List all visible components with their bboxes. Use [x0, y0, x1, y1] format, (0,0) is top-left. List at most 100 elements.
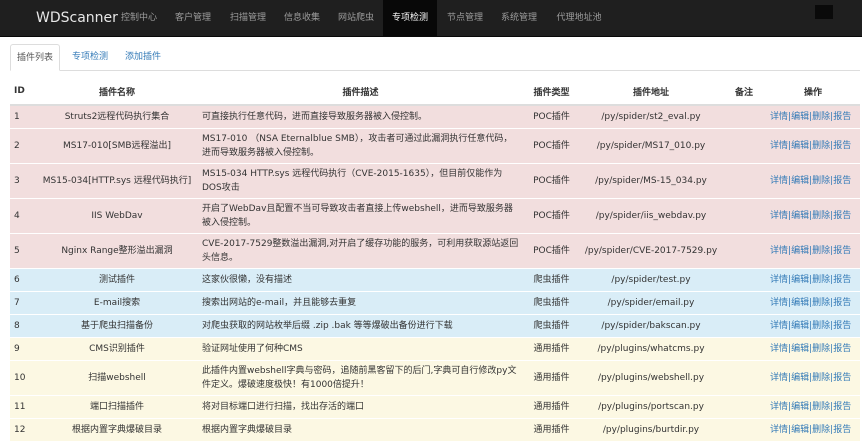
- cell-note: [722, 359, 766, 395]
- delete-link[interactable]: 删除: [812, 298, 830, 308]
- cell-note: [722, 336, 766, 360]
- cell-plugin-path: /py/plugins/burtdir.py: [580, 417, 722, 441]
- cell-plugin-type: 通用插件: [523, 336, 580, 360]
- brand-logo[interactable]: WDScanner: [36, 0, 118, 36]
- delete-link[interactable]: 删除: [812, 425, 830, 435]
- table-row: 12 根据内置字典爆破目录 根据内置字典爆破目录 通用插件/py/plugins/bu…: [10, 417, 860, 441]
- detail-link[interactable]: 详情: [770, 321, 788, 331]
- report-link[interactable]: 报告: [833, 141, 851, 151]
- edit-link[interactable]: 编辑: [791, 373, 809, 383]
- nav-item-scans[interactable]: 扫描管理: [223, 0, 273, 36]
- report-link[interactable]: 报告: [833, 211, 851, 221]
- delete-link[interactable]: 删除: [812, 211, 830, 221]
- cell-plugin-type: POC插件: [523, 127, 580, 163]
- report-link[interactable]: 报告: [833, 425, 851, 435]
- cell-id: 8: [10, 313, 36, 337]
- cell-plugin-type: 通用插件: [523, 394, 580, 418]
- delete-link[interactable]: 删除: [812, 246, 830, 256]
- cell-plugin-path: /py/spider/CVE-2017-7529.py: [580, 232, 722, 268]
- nav-item-control-center[interactable]: 控制中心: [114, 0, 164, 36]
- edit-link[interactable]: 编辑: [791, 112, 809, 122]
- table-row: 2 MS17-010[SMB远程溢出] MS17-010 （NSA Eternalb…: [10, 127, 860, 163]
- cell-plugin-desc: 搜索出网站的e-mail，并且能够去重复: [198, 290, 523, 314]
- detail-link[interactable]: 详情: [770, 298, 788, 308]
- report-link[interactable]: 报告: [833, 275, 851, 285]
- nav-item-info-collection[interactable]: 信息收集: [277, 0, 327, 36]
- cell-note: [722, 417, 766, 441]
- detail-link[interactable]: 详情: [770, 112, 788, 122]
- report-link[interactable]: 报告: [833, 321, 851, 331]
- cell-note: [722, 197, 766, 233]
- delete-link[interactable]: 删除: [812, 141, 830, 151]
- nav-item-proxy-pool[interactable]: 代理地址池: [549, 0, 609, 36]
- cell-operations: 详情|编辑|删除|报告: [766, 290, 860, 314]
- cell-operations: 详情|编辑|删除|报告: [766, 417, 860, 441]
- tab-add-plugin[interactable]: 添加插件: [118, 44, 168, 70]
- nav-item-special-detection[interactable]: 专项检测: [383, 0, 437, 36]
- detail-link[interactable]: 详情: [770, 275, 788, 285]
- delete-link[interactable]: 删除: [812, 344, 830, 354]
- report-link[interactable]: 报告: [833, 344, 851, 354]
- table-row: 6 测试插件 这家伙很懒，没有描述 爬虫插件/py/spider/test.py 详情|…: [10, 267, 860, 291]
- cell-plugin-type: 爬虫插件: [523, 290, 580, 314]
- nav-item-web-spider[interactable]: 网站爬虫: [331, 0, 381, 36]
- cell-plugin-desc: 验证网址使用了何种CMS: [198, 336, 523, 360]
- cell-id: 4: [10, 197, 36, 233]
- report-link[interactable]: 报告: [833, 246, 851, 256]
- table-row: 9 CMS识别插件 验证网址使用了何种CMS 通用插件/py/plugins/what…: [10, 336, 860, 360]
- nav-item-customers[interactable]: 客户管理: [168, 0, 218, 36]
- detail-link[interactable]: 详情: [770, 211, 788, 221]
- report-link[interactable]: 报告: [833, 373, 851, 383]
- edit-link[interactable]: 编辑: [791, 321, 809, 331]
- cell-plugin-desc: 这家伙很懒，没有描述: [198, 267, 523, 291]
- report-link[interactable]: 报告: [833, 298, 851, 308]
- cell-id: 5: [10, 232, 36, 268]
- nav-item-nodes[interactable]: 节点管理: [440, 0, 490, 36]
- delete-link[interactable]: 删除: [812, 275, 830, 285]
- edit-link[interactable]: 编辑: [791, 211, 809, 221]
- edit-link[interactable]: 编辑: [791, 344, 809, 354]
- delete-link[interactable]: 删除: [812, 373, 830, 383]
- cell-plugin-path: /py/plugins/whatcms.py: [580, 336, 722, 360]
- cell-operations: 详情|编辑|删除|报告: [766, 336, 860, 360]
- detail-link[interactable]: 详情: [770, 344, 788, 354]
- cell-id: 1: [10, 104, 36, 128]
- cell-plugin-desc: 开启了WebDav且配置不当可导致攻击者直接上传webshell，进而导致服务器…: [198, 197, 523, 233]
- report-link[interactable]: 报告: [833, 176, 851, 186]
- cell-id: 12: [10, 417, 36, 441]
- detail-link[interactable]: 详情: [770, 373, 788, 383]
- edit-link[interactable]: 编辑: [791, 176, 809, 186]
- nav-item-system[interactable]: 系统管理: [494, 0, 544, 36]
- tab-special-detection[interactable]: 专项检测: [65, 44, 115, 70]
- plugin-table: ID 插件名称 插件描述 插件类型 插件地址 备注 操作 1 Struts2远程代…: [10, 78, 860, 441]
- tab-plugin-list[interactable]: 插件列表: [10, 44, 60, 71]
- cell-plugin-name: IIS WebDav: [36, 197, 198, 233]
- detail-link[interactable]: 详情: [770, 246, 788, 256]
- table-row: 5 Nginx Range整形溢出漏洞 CVE-2017-7529整数溢出漏洞,对开…: [10, 232, 860, 268]
- cell-operations: 详情|编辑|删除|报告: [766, 359, 860, 395]
- edit-link[interactable]: 编辑: [791, 275, 809, 285]
- delete-link[interactable]: 删除: [812, 176, 830, 186]
- edit-link[interactable]: 编辑: [791, 298, 809, 308]
- detail-link[interactable]: 详情: [770, 425, 788, 435]
- delete-link[interactable]: 删除: [812, 112, 830, 122]
- cell-plugin-type: 爬虫插件: [523, 267, 580, 291]
- detail-link[interactable]: 详情: [770, 402, 788, 412]
- col-header-id: ID: [10, 78, 36, 106]
- edit-link[interactable]: 编辑: [791, 141, 809, 151]
- cell-plugin-name: 扫描webshell: [36, 359, 198, 395]
- cell-note: [722, 232, 766, 268]
- cell-plugin-name: Struts2远程代码执行集合: [36, 104, 198, 128]
- edit-link[interactable]: 编辑: [791, 425, 809, 435]
- detail-link[interactable]: 详情: [770, 176, 788, 186]
- cell-plugin-name: E-mail搜索: [36, 290, 198, 314]
- edit-link[interactable]: 编辑: [791, 246, 809, 256]
- cell-plugin-name: MS15-034[HTTP.sys 远程代码执行]: [36, 162, 198, 198]
- detail-link[interactable]: 详情: [770, 141, 788, 151]
- delete-link[interactable]: 删除: [812, 402, 830, 412]
- edit-link[interactable]: 编辑: [791, 402, 809, 412]
- report-link[interactable]: 报告: [833, 112, 851, 122]
- report-link[interactable]: 报告: [833, 402, 851, 412]
- delete-link[interactable]: 删除: [812, 321, 830, 331]
- cell-plugin-path: /py/spider/st2_eval.py: [580, 104, 722, 128]
